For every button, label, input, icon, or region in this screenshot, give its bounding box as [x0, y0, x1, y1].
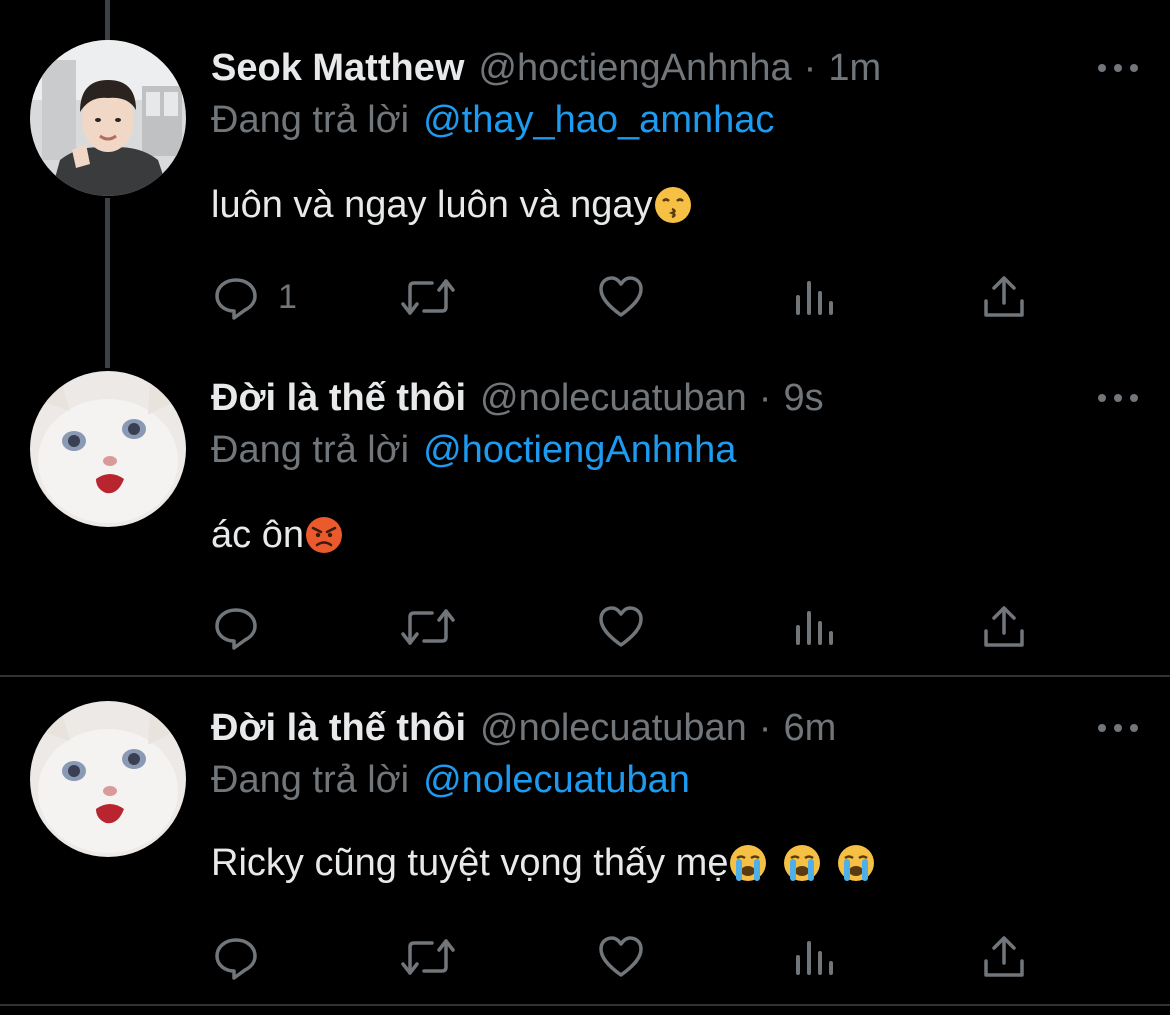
- views-button[interactable]: [792, 272, 836, 322]
- share-button[interactable]: [982, 932, 1026, 982]
- retweet-button[interactable]: [400, 932, 456, 982]
- tweet-time[interactable]: 6m: [783, 707, 836, 750]
- kissing-face-emoji: [653, 185, 693, 225]
- reply-context: Đang trả lời @nolecuatuban: [211, 755, 690, 805]
- author-handle[interactable]: @nolecuatuban: [480, 377, 747, 420]
- tweet-text: luôn và ngay luôn và ngay: [211, 180, 693, 230]
- tweet-header: Seok Matthew @hoctiengAnhnha · 1m: [211, 43, 881, 93]
- share-button[interactable]: [982, 272, 1026, 322]
- reply-label: Đang trả lời: [211, 98, 410, 141]
- tweet-actions: [212, 602, 1032, 652]
- tweet-text-content: ác ôn: [211, 513, 304, 556]
- reply-mention-link[interactable]: @hoctiengAnhnha: [423, 429, 736, 472]
- retweet-button[interactable]: [400, 272, 456, 322]
- reply-context: Đang trả lời @hoctiengAnhnha: [211, 425, 736, 475]
- reply-icon: [212, 933, 260, 981]
- reply-icon: [212, 603, 260, 651]
- tweet-text-content: Ricky cũng tuyệt vọng thấy mẹ: [211, 841, 729, 884]
- views-icon: [792, 933, 836, 981]
- like-icon: [597, 603, 645, 651]
- thread-line-connector: [105, 198, 110, 368]
- crying-face-emoji: [836, 843, 876, 883]
- avatar[interactable]: [30, 40, 186, 196]
- avatar[interactable]: [30, 371, 186, 527]
- tweet-time[interactable]: 9s: [783, 377, 823, 420]
- thread-line-top: [105, 0, 110, 40]
- reply-mention-link[interactable]: @thay_hao_amnhac: [423, 99, 774, 142]
- tweet-time[interactable]: 1m: [828, 47, 881, 90]
- reply-button[interactable]: [212, 932, 278, 982]
- like-icon: [597, 273, 645, 321]
- like-button[interactable]: [597, 602, 645, 652]
- author-name[interactable]: Đời là thế thôi: [211, 707, 466, 750]
- tweet-header: Đời là thế thôi @nolecuatuban · 9s: [211, 373, 824, 423]
- author-name[interactable]: Seok Matthew: [211, 47, 464, 90]
- reply-label: Đang trả lời: [211, 428, 410, 471]
- tweet-text: ác ôn: [211, 510, 344, 560]
- tweet-header: Đời là thế thôi @nolecuatuban · 6m: [211, 703, 836, 753]
- share-button[interactable]: [982, 602, 1026, 652]
- avatar[interactable]: [30, 701, 186, 857]
- tweet-divider: [0, 675, 1170, 677]
- reply-mention-link[interactable]: @nolecuatuban: [423, 759, 690, 802]
- like-button[interactable]: [597, 932, 645, 982]
- tweet-actions: [212, 932, 1032, 982]
- views-icon: [792, 273, 836, 321]
- tweet-text: Ricky cũng tuyệt vọng thấy mẹ: [211, 838, 876, 888]
- views-button[interactable]: [792, 602, 836, 652]
- author-name[interactable]: Đời là thế thôi: [211, 377, 466, 420]
- retweet-icon: [400, 933, 456, 981]
- share-icon: [982, 933, 1026, 981]
- separator-dot: ·: [758, 706, 772, 749]
- tweet-1[interactable]: Seok Matthew @hoctiengAnhnha · 1m Đang t…: [0, 0, 1170, 368]
- retweet-icon: [400, 273, 456, 321]
- like-icon: [597, 933, 645, 981]
- crying-face-emoji: [728, 843, 768, 883]
- author-handle[interactable]: @nolecuatuban: [480, 707, 747, 750]
- share-icon: [982, 603, 1026, 651]
- tweet-text-content: luôn và ngay luôn và ngay: [211, 183, 653, 226]
- crying-face-emoji: [782, 843, 822, 883]
- views-icon: [792, 603, 836, 651]
- author-handle[interactable]: @hoctiengAnhnha: [478, 47, 791, 90]
- reply-icon: [212, 273, 260, 321]
- more-icon[interactable]: [1098, 58, 1138, 78]
- more-icon[interactable]: [1098, 388, 1138, 408]
- reply-label: Đang trả lời: [211, 758, 410, 801]
- separator-dot: ·: [803, 46, 817, 89]
- views-button[interactable]: [792, 932, 836, 982]
- tweet-divider: [0, 1004, 1170, 1006]
- reply-button[interactable]: [212, 602, 278, 652]
- reply-context: Đang trả lời @thay_hao_amnhac: [211, 95, 774, 145]
- reply-button[interactable]: 1: [212, 272, 297, 322]
- retweet-icon: [400, 603, 456, 651]
- retweet-button[interactable]: [400, 602, 456, 652]
- angry-face-emoji: [304, 515, 344, 555]
- tweet-actions: 1: [212, 272, 1032, 322]
- share-icon: [982, 273, 1026, 321]
- like-button[interactable]: [597, 272, 645, 322]
- more-icon[interactable]: [1098, 718, 1138, 738]
- reply-count: 1: [278, 277, 297, 316]
- separator-dot: ·: [758, 376, 772, 419]
